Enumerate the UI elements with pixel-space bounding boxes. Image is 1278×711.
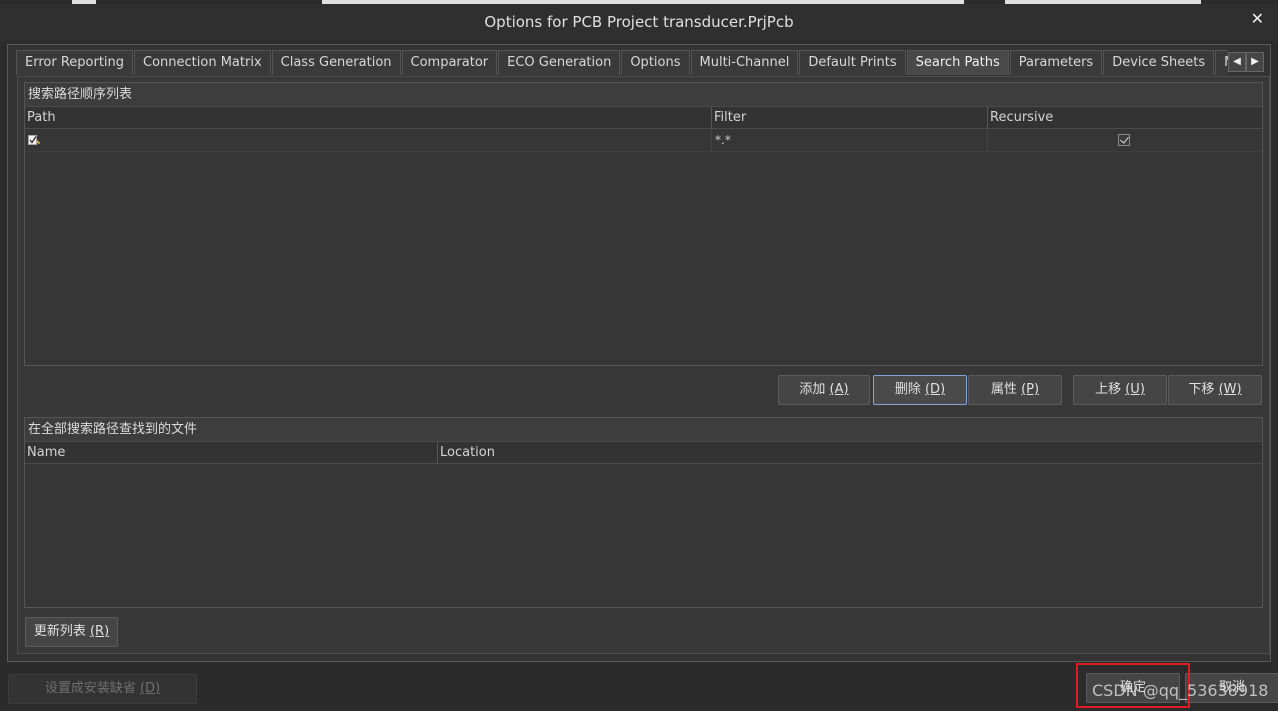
window-title: Options for PCB Project transducer.PrjPc…	[484, 13, 794, 31]
properties-button[interactable]: 属性 (P)	[968, 375, 1062, 405]
tab-eco-generation[interactable]: ECO Generation	[498, 50, 621, 75]
tab-connection-matrix[interactable]: Connection Matrix	[134, 50, 271, 75]
search-order-group: 搜索路径顺序列表 Path Filter Recursive *.*	[24, 82, 1263, 366]
tab-default-prints[interactable]: Default Prints	[799, 50, 906, 75]
refresh-list-button[interactable]: 更新列表 (R)	[25, 617, 118, 647]
search-order-header: Path Filter Recursive	[25, 107, 1262, 129]
tab-search-paths[interactable]: Search Paths	[906, 50, 1009, 75]
column-recursive[interactable]: Recursive	[987, 107, 1263, 129]
cancel-button[interactable]: 取消	[1185, 673, 1278, 703]
column-location[interactable]: Location	[437, 442, 1263, 464]
found-files-group: 在全部搜索路径查找到的文件 Name Location	[24, 417, 1263, 608]
tab-strip: Error Reporting Connection Matrix Class Ge…	[16, 50, 1228, 76]
tab-comparator[interactable]: Comparator	[401, 50, 498, 75]
tab-managed-outputs[interactable]: Managed Outp	[1215, 50, 1228, 75]
tab-class-generation[interactable]: Class Generation	[271, 50, 401, 75]
table-row[interactable]: *.*	[25, 129, 1262, 152]
found-files-body	[25, 464, 1262, 605]
scroll-right-icon[interactable]: ▶	[1246, 52, 1264, 72]
ok-button[interactable]: 确定	[1086, 673, 1180, 703]
folder-edit-icon	[28, 131, 41, 145]
tab-device-sheets[interactable]: Device Sheets	[1103, 50, 1215, 75]
search-order-body	[25, 152, 1262, 362]
title-bar: Options for PCB Project transducer.PrjPc…	[0, 4, 1278, 42]
found-files-title: 在全部搜索路径查找到的文件	[25, 418, 1262, 442]
remove-button[interactable]: 删除 (D)	[873, 375, 967, 405]
column-path[interactable]: Path	[25, 107, 711, 129]
found-files-header: Name Location	[25, 442, 1262, 464]
column-name[interactable]: Name	[25, 442, 437, 464]
tab-scroll-arrows: ◀ ▶	[1228, 52, 1264, 72]
recursive-checkbox[interactable]	[1118, 134, 1130, 146]
set-default-button[interactable]: 设置成安装缺省 (D)	[8, 674, 197, 704]
column-filter[interactable]: Filter	[711, 107, 987, 129]
tab-options[interactable]: Options	[621, 50, 690, 75]
search-order-title: 搜索路径顺序列表	[25, 83, 1262, 107]
close-icon[interactable]: ✕	[1251, 9, 1264, 28]
recursive-cell[interactable]	[987, 129, 1263, 152]
tab-parameters[interactable]: Parameters	[1009, 50, 1103, 75]
filter-cell[interactable]: *.*	[711, 129, 987, 152]
scroll-left-icon[interactable]: ◀	[1228, 52, 1246, 72]
move-down-button[interactable]: 下移 (W)	[1168, 375, 1262, 405]
add-button[interactable]: 添加 (A)	[778, 375, 870, 405]
tab-error-reporting[interactable]: Error Reporting	[16, 50, 134, 75]
move-up-button[interactable]: 上移 (U)	[1073, 375, 1167, 405]
tab-multi-channel[interactable]: Multi-Channel	[690, 50, 799, 75]
